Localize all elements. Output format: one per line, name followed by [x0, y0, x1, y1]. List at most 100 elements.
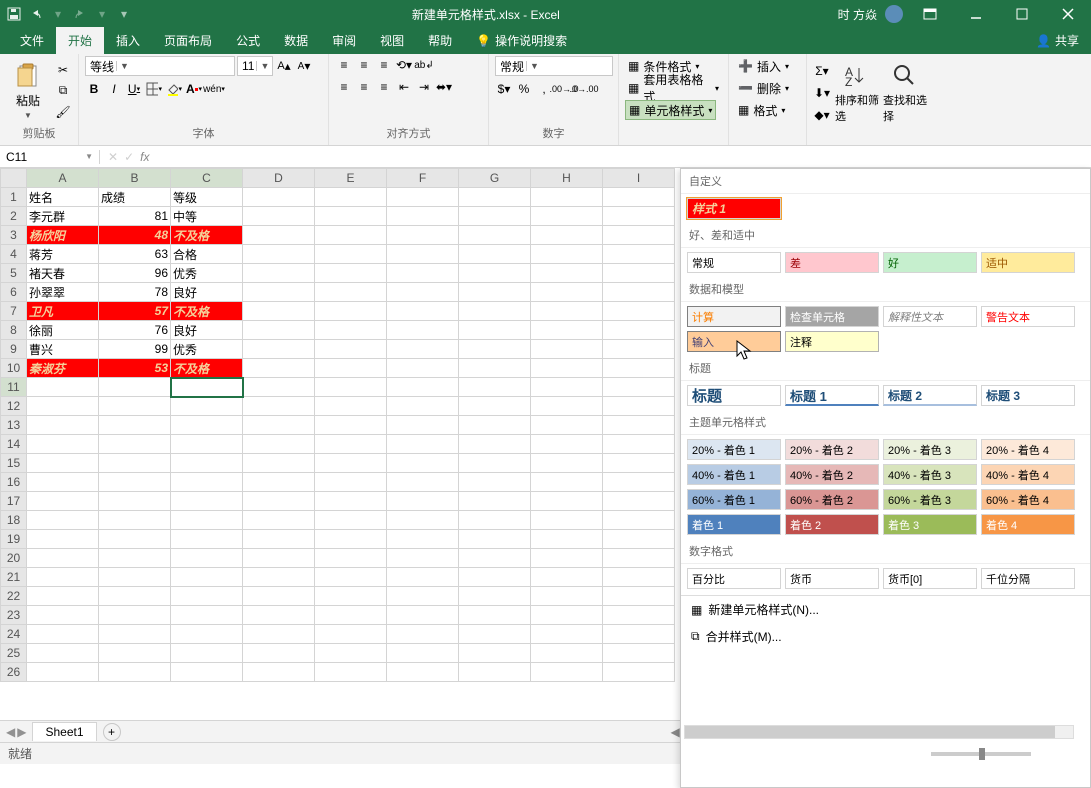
cell-G24[interactable] [459, 625, 531, 644]
font-name-combo[interactable]: 等线▼ [85, 56, 235, 76]
cell-D12[interactable] [243, 397, 315, 416]
cell-I2[interactable] [603, 207, 675, 226]
cell-F23[interactable] [387, 606, 459, 625]
cell-D19[interactable] [243, 530, 315, 549]
cell-I18[interactable] [603, 511, 675, 530]
cell-A12[interactable] [27, 397, 99, 416]
user-avatar-icon[interactable] [885, 5, 903, 23]
cell-F16[interactable] [387, 473, 459, 492]
cell-A23[interactable] [27, 606, 99, 625]
cell-D13[interactable] [243, 416, 315, 435]
row-header-8[interactable]: 8 [1, 321, 27, 340]
cell-C23[interactable] [171, 606, 243, 625]
col-header-I[interactable]: I [603, 169, 675, 188]
row-header-23[interactable]: 23 [1, 606, 27, 625]
tell-me[interactable]: 💡操作说明搜索 [464, 27, 579, 54]
qat-customize-icon[interactable]: ▾ [114, 4, 134, 24]
cell-A19[interactable] [27, 530, 99, 549]
cell-B4[interactable]: 63 [99, 245, 171, 264]
undo-icon[interactable] [26, 4, 46, 24]
cell-B15[interactable] [99, 454, 171, 473]
style-theme-0-2[interactable]: 20% - 着色 3 [883, 439, 977, 460]
font-size-combo[interactable]: 11▼ [237, 56, 273, 76]
save-icon[interactable] [4, 4, 24, 24]
cell-C19[interactable] [171, 530, 243, 549]
merge-styles-menu[interactable]: ⧉合并样式(M)... [681, 623, 1090, 650]
style-numfmt-0[interactable]: 百分比 [687, 568, 781, 589]
cell-I23[interactable] [603, 606, 675, 625]
style-accent-1[interactable]: 着色 2 [785, 514, 879, 535]
cell-G8[interactable] [459, 321, 531, 340]
cell-G18[interactable] [459, 511, 531, 530]
cell-C11[interactable] [171, 378, 243, 397]
cell-B11[interactable] [99, 378, 171, 397]
scroll-left-icon[interactable]: ◀ [671, 725, 680, 739]
ribbon-display-icon[interactable] [911, 0, 949, 28]
cell-E12[interactable] [315, 397, 387, 416]
cell-H9[interactable] [531, 340, 603, 359]
style-theme-2-3[interactable]: 60% - 着色 4 [981, 489, 1075, 510]
cell-D24[interactable] [243, 625, 315, 644]
cell-D3[interactable] [243, 226, 315, 245]
cell-A7[interactable]: 卫凡 [27, 302, 99, 321]
style-theme-0-1[interactable]: 20% - 着色 2 [785, 439, 879, 460]
cell-D4[interactable] [243, 245, 315, 264]
cell-D10[interactable] [243, 359, 315, 378]
row-header-19[interactable]: 19 [1, 530, 27, 549]
cell-F2[interactable] [387, 207, 459, 226]
row-header-20[interactable]: 20 [1, 549, 27, 568]
cell-B9[interactable]: 99 [99, 340, 171, 359]
cell-A8[interactable]: 徐丽 [27, 321, 99, 340]
cell-E15[interactable] [315, 454, 387, 473]
cell-I17[interactable] [603, 492, 675, 511]
cell-C6[interactable]: 良好 [171, 283, 243, 302]
italic-button[interactable]: I [105, 80, 123, 98]
cell-H18[interactable] [531, 511, 603, 530]
cell-C24[interactable] [171, 625, 243, 644]
cell-E10[interactable] [315, 359, 387, 378]
row-header-6[interactable]: 6 [1, 283, 27, 302]
tab-view[interactable]: 视图 [368, 27, 416, 54]
cell-E7[interactable] [315, 302, 387, 321]
cell-F21[interactable] [387, 568, 459, 587]
cell-E20[interactable] [315, 549, 387, 568]
increase-indent-icon[interactable]: ⇥ [415, 78, 433, 96]
cell-G11[interactable] [459, 378, 531, 397]
cell-G9[interactable] [459, 340, 531, 359]
cell-H24[interactable] [531, 625, 603, 644]
user-name[interactable]: 时 方焱 [838, 6, 877, 23]
row-header-11[interactable]: 11 [1, 378, 27, 397]
cell-F26[interactable] [387, 663, 459, 682]
style-dm-0[interactable]: 计算 [687, 306, 781, 327]
cell-C17[interactable] [171, 492, 243, 511]
format-painter-icon[interactable]: 🖌 [54, 103, 72, 121]
decrease-indent-icon[interactable]: ⇤ [395, 78, 413, 96]
cell-G17[interactable] [459, 492, 531, 511]
cell-B7[interactable]: 57 [99, 302, 171, 321]
cell-C21[interactable] [171, 568, 243, 587]
delete-cells-button[interactable]: ➖删除▾ [735, 78, 792, 98]
cell-B26[interactable] [99, 663, 171, 682]
cell-F10[interactable] [387, 359, 459, 378]
phonetic-field-icon[interactable]: wén▾ [205, 80, 223, 98]
cell-C12[interactable] [171, 397, 243, 416]
row-header-7[interactable]: 7 [1, 302, 27, 321]
tab-page-layout[interactable]: 页面布局 [152, 27, 224, 54]
find-select-button[interactable]: 查找和选择 [883, 60, 927, 126]
style-theme-1-3[interactable]: 40% - 着色 4 [981, 464, 1075, 485]
cell-C20[interactable] [171, 549, 243, 568]
cell-B14[interactable] [99, 435, 171, 454]
cell-F6[interactable] [387, 283, 459, 302]
cell-E8[interactable] [315, 321, 387, 340]
tab-formulas[interactable]: 公式 [224, 27, 272, 54]
cell-I5[interactable] [603, 264, 675, 283]
cell-H1[interactable] [531, 188, 603, 207]
style-accent-3[interactable]: 着色 4 [981, 514, 1075, 535]
cell-F22[interactable] [387, 587, 459, 606]
row-header-4[interactable]: 4 [1, 245, 27, 264]
style-titles-1[interactable]: 标题 1 [785, 385, 879, 406]
cell-I11[interactable] [603, 378, 675, 397]
cell-I10[interactable] [603, 359, 675, 378]
cell-styles-button[interactable]: ▦单元格样式▾ [625, 100, 716, 120]
cell-I20[interactable] [603, 549, 675, 568]
